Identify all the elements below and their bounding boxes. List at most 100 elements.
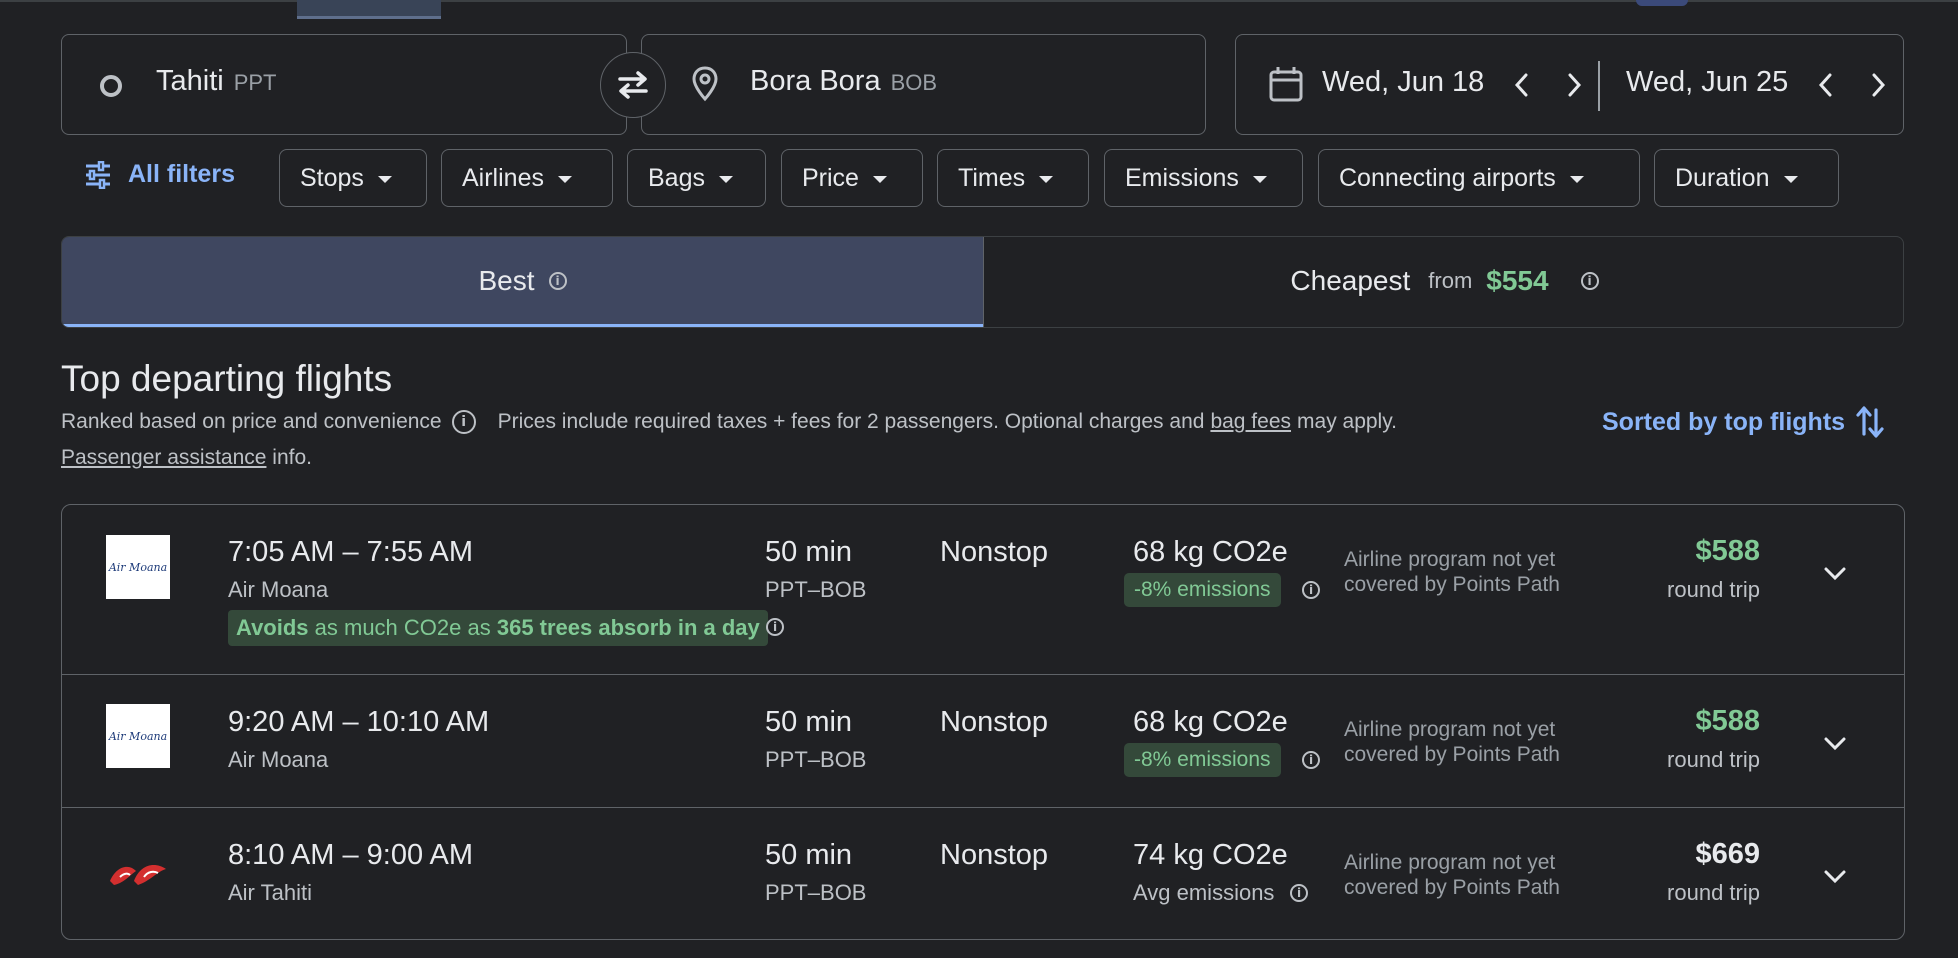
flight-stops: Nonstop [940, 839, 1049, 871]
expand-chevron-icon[interactable] [1822, 561, 1848, 587]
calendar-icon [1269, 67, 1303, 102]
depart-date[interactable]: Wed, Jun 18 [1322, 66, 1484, 99]
info-text: info. [272, 446, 312, 469]
filter-stops-label: Stops [300, 163, 364, 192]
swap-button[interactable] [600, 52, 666, 118]
price-type: round trip [1667, 747, 1760, 772]
depart-next-chevron-icon[interactable] [1564, 71, 1584, 99]
flight-times: 7:05 AM – 7:55 AM [228, 536, 474, 568]
depart-prev-chevron-icon[interactable] [1512, 71, 1532, 99]
filter-price[interactable]: Price [781, 149, 923, 207]
tune-icon [86, 160, 110, 189]
passenger-assistance-line: Passenger assistance info. [61, 446, 312, 470]
flight-route: PPT–BOB [765, 747, 867, 772]
info-icon[interactable]: i [766, 618, 784, 636]
ranking-note: Ranked based on price and convenience i … [61, 410, 1397, 434]
info-icon[interactable]: i [1302, 751, 1320, 769]
return-next-chevron-icon[interactable] [1868, 71, 1888, 99]
filter-connecting-airports[interactable]: Connecting airports [1318, 149, 1640, 207]
caret-down-icon [1039, 175, 1054, 183]
tab-best[interactable]: Best i [62, 237, 984, 327]
top-nav-active-tab[interactable] [297, 0, 441, 19]
tab-cheapest-price: $554 [1486, 264, 1549, 296]
flight-results-list: Air Moana 7:05 AM – 7:55 AM Air Moana 50… [61, 504, 1905, 940]
points-path-note: Airline program not yet covered by Point… [1344, 548, 1560, 596]
air-tahiti-logo [110, 865, 166, 885]
flight-duration: 50 min [765, 536, 853, 568]
info-icon[interactable]: i [548, 271, 567, 290]
info-icon[interactable]: i [1290, 884, 1308, 902]
tab-best-label: Best [478, 264, 535, 296]
passenger-assistance-link[interactable]: Passenger assistance [61, 446, 266, 469]
ranked-text: Ranked based on price and convenience [61, 410, 442, 433]
co2-amount: 68 kg CO2e [1133, 706, 1288, 738]
avoid-lead: Avoids [236, 615, 309, 640]
air-moana-logo: Air Moana [106, 704, 170, 768]
expand-chevron-icon[interactable] [1822, 864, 1848, 890]
dates-field[interactable]: Wed, Jun 18 Wed, Jun 25 [1235, 34, 1904, 135]
points-path-note: Airline program not yet covered by Point… [1344, 851, 1560, 899]
logo-text: Air Moana [108, 560, 168, 574]
bag-fees-link[interactable]: bag fees [1210, 410, 1291, 434]
sorted-label: Sorted by top flights [1602, 407, 1846, 436]
date-divider [1598, 61, 1600, 111]
flight-row[interactable]: Air Moana 7:05 AM – 7:55 AM Air Moana 50… [62, 505, 1904, 674]
filter-emissions[interactable]: Emissions [1104, 149, 1303, 207]
filter-airlines-label: Airlines [462, 163, 544, 192]
all-filters-label: All filters [128, 160, 235, 188]
top-nav-chip[interactable] [1636, 0, 1688, 6]
points-path-note: Airline program not yet covered by Point… [1344, 718, 1560, 766]
avoid-trees: 365 trees absorb in a day [496, 615, 760, 640]
caret-down-icon [557, 175, 572, 183]
all-filters-button[interactable]: All filters [84, 160, 235, 189]
caret-down-icon [718, 175, 733, 183]
sort-tabs: Best i Cheapest from $554 i [61, 236, 1904, 328]
flight-row[interactable]: 8:10 AM – 9:00 AM Air Tahiti 50 min PPT–… [62, 807, 1904, 939]
location-pin-icon [692, 66, 718, 102]
origin-city: Tahiti [156, 65, 224, 97]
emissions-badge: -8% emissions [1124, 743, 1281, 777]
logo-text: Air Moana [108, 729, 168, 743]
filter-duration[interactable]: Duration [1654, 149, 1839, 207]
flight-price: $588 [1695, 535, 1760, 567]
price-type: round trip [1667, 880, 1760, 905]
flight-price: $669 [1695, 838, 1760, 870]
return-date[interactable]: Wed, Jun 25 [1626, 66, 1788, 99]
tab-best-indicator [62, 324, 983, 327]
info-icon[interactable]: i [1580, 271, 1599, 290]
airline-name: Air Moana [228, 577, 329, 602]
co2-avoid-badge: Avoids as much CO2e as 365 trees absorb … [228, 610, 768, 646]
filter-times[interactable]: Times [937, 149, 1089, 207]
filter-bags[interactable]: Bags [627, 149, 766, 207]
info-icon[interactable]: i [451, 410, 476, 434]
may-apply-text: may apply. [1297, 410, 1398, 433]
tab-cheapest[interactable]: Cheapest from $554 i [984, 237, 1903, 324]
flight-price: $588 [1695, 705, 1760, 737]
flight-row[interactable]: Air Moana 9:20 AM – 10:10 AM Air Moana 5… [62, 674, 1904, 807]
avoid-middle: as much CO2e as [308, 615, 497, 640]
price-type: round trip [1667, 577, 1760, 602]
emissions-badge: -8% emissions [1124, 573, 1281, 607]
filter-airlines[interactable]: Airlines [441, 149, 613, 207]
return-prev-chevron-icon[interactable] [1816, 71, 1836, 99]
info-icon[interactable]: i [1302, 581, 1320, 599]
tab-cheapest-label: Cheapest [1290, 264, 1411, 296]
origin-text: Tahiti PPT [156, 65, 277, 98]
filter-stops[interactable]: Stops [279, 149, 427, 207]
sort-button[interactable]: Sorted by top flights [1602, 404, 1885, 440]
caret-down-icon [1252, 175, 1267, 183]
airline-name: Air Tahiti [228, 880, 312, 905]
filter-price-label: Price [802, 163, 859, 192]
expand-chevron-icon[interactable] [1822, 731, 1848, 757]
co2-amount: 74 kg CO2e [1133, 839, 1288, 871]
flight-duration: 50 min [765, 706, 853, 738]
caret-down-icon [872, 175, 887, 183]
airline-name: Air Moana [228, 747, 329, 772]
destination-field[interactable]: Bora Bora BOB [641, 34, 1206, 135]
filter-duration-label: Duration [1675, 163, 1770, 192]
section-title: Top departing flights [61, 358, 393, 399]
origin-field[interactable]: Tahiti PPT [61, 34, 627, 135]
destination-city: Bora Bora [750, 65, 881, 97]
swap-icon [618, 71, 648, 99]
filter-connecting-airports-label: Connecting airports [1339, 163, 1556, 192]
